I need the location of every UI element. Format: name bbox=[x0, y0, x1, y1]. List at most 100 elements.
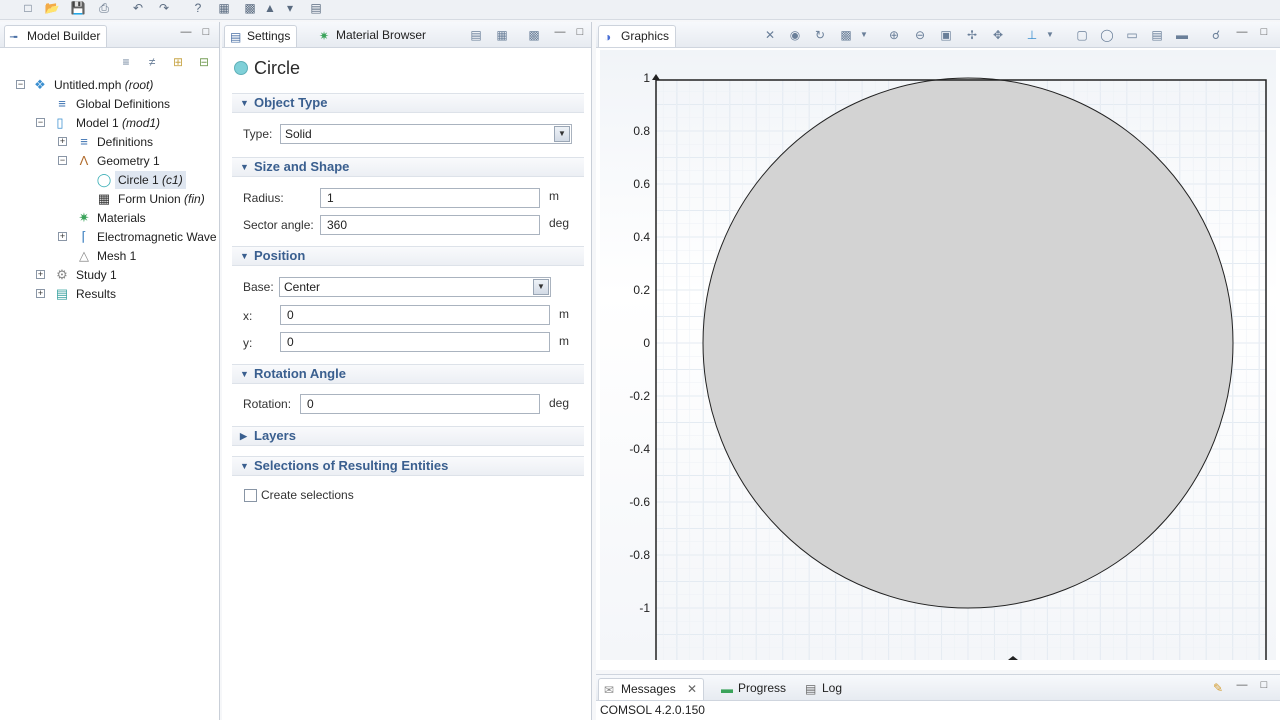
component-icon[interactable]: ▦ bbox=[216, 1, 232, 16]
tree-node-electromagnetic-wave[interactable]: + ⌈ Electromagnetic Wave bbox=[0, 228, 220, 246]
physics-icon: ⌈ bbox=[81, 229, 87, 244]
chevron-down-icon[interactable]: ▼ bbox=[554, 126, 570, 142]
section-object-type[interactable]: ▼ Object Type bbox=[232, 93, 584, 113]
collapse-toggle-icon[interactable]: − bbox=[58, 156, 67, 165]
redo-icon[interactable]: ↷ bbox=[156, 1, 172, 16]
save-icon[interactable]: 💾 bbox=[70, 1, 86, 16]
build-icon[interactable]: ▲ bbox=[262, 1, 278, 16]
maximize-icon[interactable]: □ bbox=[1258, 27, 1270, 39]
maximize-icon[interactable]: □ bbox=[1258, 680, 1270, 692]
tree-node-geometry-1[interactable]: − Λ Geometry 1 bbox=[0, 152, 220, 170]
y-axis-arrow-icon bbox=[652, 74, 660, 80]
tree-node-definitions[interactable]: + ≡ Definitions bbox=[0, 133, 220, 151]
radius-input[interactable]: 1 bbox=[320, 188, 540, 208]
screenshot-icon[interactable]: ☌ bbox=[1208, 27, 1224, 43]
minimize-icon[interactable]: — bbox=[554, 27, 566, 39]
tab-settings[interactable]: ▤ Settings bbox=[224, 25, 298, 47]
view-icon[interactable]: ◉ bbox=[787, 27, 803, 43]
tab-material-browser[interactable]: ✷ Material Browser bbox=[314, 25, 432, 47]
build-all-icon[interactable]: ▦ bbox=[494, 27, 510, 43]
tree-node-mesh-1[interactable]: △ Mesh 1 bbox=[0, 247, 220, 265]
chevron-down-icon[interactable]: ▼ bbox=[1042, 27, 1058, 43]
tab-model-builder[interactable]: ╼ Model Builder bbox=[4, 25, 108, 47]
section-rotation-angle[interactable]: ▼ Rotation Angle bbox=[232, 364, 584, 384]
tab-progress[interactable]: ▬ Progress bbox=[716, 678, 792, 700]
layout-icon[interactable]: ▤ bbox=[308, 1, 324, 16]
circle-feature-icon bbox=[234, 61, 248, 75]
sector-angle-input[interactable]: 360 bbox=[320, 215, 540, 235]
transparency-icon[interactable]: ▢ bbox=[1074, 27, 1090, 43]
geometry-plot[interactable]: -1-0.8-0.6-0.4-0.200.20.40.60.8110.80.60… bbox=[600, 50, 1276, 660]
tree-node-circle-1[interactable]: ◯ Circle 1 (c1) bbox=[0, 171, 220, 189]
zoom-box-icon[interactable]: ▩ bbox=[838, 27, 854, 43]
select-boundaries-icon[interactable]: ◯ bbox=[1099, 27, 1115, 43]
close-icon[interactable]: ✕ bbox=[687, 682, 697, 696]
collapse-toggle-icon[interactable]: − bbox=[16, 80, 25, 89]
tree-node-root[interactable]: − ❖ Untitled.mph (root) bbox=[0, 76, 220, 94]
tree-node-global-definitions[interactable]: ≡ Global Definitions bbox=[0, 95, 220, 113]
link-icon[interactable]: ▩ bbox=[526, 27, 542, 43]
help-icon[interactable]: ? bbox=[190, 1, 206, 16]
graphics-canvas[interactable]: -1-0.8-0.6-0.4-0.200.20.40.60.8110.80.60… bbox=[600, 50, 1276, 660]
section-layers[interactable]: ▶ Layers bbox=[232, 426, 584, 446]
section-selections[interactable]: ▼ Selections of Resulting Entities bbox=[232, 456, 584, 476]
chevron-down-icon[interactable]: ▼ bbox=[856, 27, 872, 43]
select-domains-icon[interactable]: ▭ bbox=[1124, 27, 1140, 43]
axis-orientation-icon[interactable]: ⊥ bbox=[1024, 27, 1040, 43]
base-select[interactable]: Center ▼ bbox=[279, 277, 551, 297]
tab-log[interactable]: ▤ Log bbox=[800, 678, 848, 700]
x-position-input[interactable]: 0 bbox=[280, 305, 550, 325]
tab-progress-label: Progress bbox=[738, 681, 787, 695]
expand-toggle-icon[interactable]: + bbox=[36, 270, 45, 279]
refresh-icon[interactable]: ↻ bbox=[812, 27, 828, 43]
select-icon[interactable]: ✕ bbox=[762, 27, 778, 43]
y-tick-label: -1 bbox=[639, 601, 650, 615]
rotation-input[interactable]: 0 bbox=[300, 394, 540, 414]
collapse-all-icon[interactable]: ⊟ bbox=[196, 54, 212, 70]
chevron-down-icon[interactable]: ▼ bbox=[533, 279, 549, 295]
expand-toggle-icon[interactable]: + bbox=[58, 137, 67, 146]
tree-node-results[interactable]: + ▤ Results bbox=[0, 285, 220, 303]
expand-toggle-icon[interactable]: + bbox=[58, 232, 67, 241]
zoom-extents-icon[interactable]: ▣ bbox=[938, 27, 954, 43]
zoom-in-icon[interactable]: ⊕ bbox=[886, 27, 902, 43]
maximize-icon[interactable]: □ bbox=[200, 27, 212, 39]
base-select-value: Center bbox=[284, 280, 321, 294]
circle-geometry bbox=[702, 77, 1234, 609]
minimize-icon[interactable]: — bbox=[1236, 27, 1248, 39]
section-position[interactable]: ▼ Position bbox=[232, 246, 584, 266]
filter-tree-icon[interactable]: ≠ bbox=[144, 54, 160, 70]
type-select-value: Solid bbox=[285, 127, 312, 141]
circle-shape-icon: ◯ bbox=[96, 172, 112, 187]
tree-node-study-1[interactable]: + ⚙ Study 1 bbox=[0, 266, 220, 284]
y-position-input[interactable]: 0 bbox=[280, 332, 550, 352]
build-selected-icon[interactable]: ▤ bbox=[468, 27, 484, 43]
minimize-icon[interactable]: — bbox=[1236, 680, 1248, 692]
create-selections-checkbox[interactable] bbox=[244, 489, 257, 502]
tab-messages[interactable]: ✉ Messages ✕ bbox=[598, 678, 705, 700]
expand-all-icon[interactable]: ⊞ bbox=[170, 54, 186, 70]
zoom-out-icon[interactable]: ⊖ bbox=[912, 27, 928, 43]
section-size-and-shape[interactable]: ▼ Size and Shape bbox=[232, 157, 584, 177]
sort-tree-icon[interactable]: ≡ bbox=[118, 54, 134, 70]
select-points-icon[interactable]: ▬ bbox=[1174, 27, 1190, 43]
tab-graphics[interactable]: ◑ Graphics bbox=[598, 25, 677, 47]
tree-node-form-union[interactable]: ▦ Form Union (fin) bbox=[0, 190, 220, 208]
zoom-selected-icon[interactable]: ✢ bbox=[964, 27, 980, 43]
maximize-icon[interactable]: □ bbox=[574, 27, 586, 39]
select-edges-icon[interactable]: ▤ bbox=[1149, 27, 1165, 43]
dropdown-arrow-icon[interactable]: ▾ bbox=[282, 1, 298, 16]
expand-toggle-icon[interactable]: + bbox=[36, 289, 45, 298]
minimize-icon[interactable]: — bbox=[180, 27, 192, 39]
settings-icon[interactable]: ▩ bbox=[242, 1, 258, 16]
new-file-icon[interactable]: □ bbox=[20, 1, 36, 16]
center-view-icon[interactable]: ✥ bbox=[990, 27, 1006, 43]
tree-node-model-1[interactable]: − ▯ Model 1 (mod1) bbox=[0, 114, 220, 132]
collapse-toggle-icon[interactable]: − bbox=[36, 118, 45, 127]
open-file-icon[interactable]: 📂 bbox=[44, 1, 60, 16]
clear-messages-icon[interactable]: ✎ bbox=[1210, 680, 1226, 696]
print-icon[interactable]: ⎙ bbox=[96, 1, 112, 16]
undo-icon[interactable]: ↶ bbox=[130, 1, 146, 16]
type-select[interactable]: Solid ▼ bbox=[280, 124, 572, 144]
tree-node-materials[interactable]: ✷ Materials bbox=[0, 209, 220, 227]
